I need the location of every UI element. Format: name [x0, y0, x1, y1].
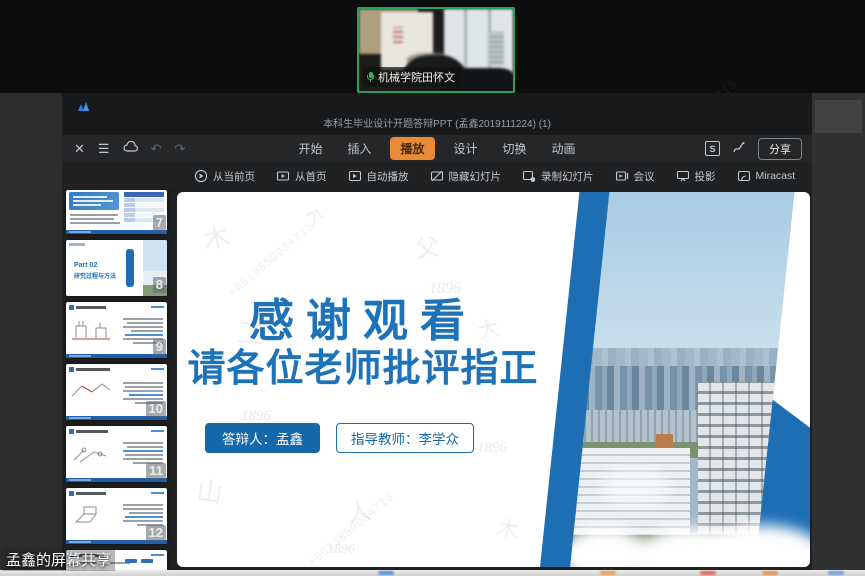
tab-home[interactable]: 开始 — [292, 137, 328, 160]
thumbnail-slide-9[interactable]: 9 — [66, 302, 167, 358]
document-title: 本科生毕业设计开题答辩PPT (孟鑫2019111224) (1) — [62, 115, 812, 130]
meeting-stage: +8613850034713 385009 +8613850034713 385… — [0, 0, 865, 576]
slide-canvas[interactable]: 木 个 父 工 大 山 人 木 1896 1896 1896 1896 +861… — [177, 192, 810, 567]
autoplay-icon — [348, 169, 362, 183]
record-slideshow-button[interactable]: 录制幻灯片 — [522, 169, 594, 184]
thumb12-diagram — [70, 502, 112, 528]
slide-number-badge: 10 — [146, 401, 166, 417]
menu-bar: ✕ ☰ ↶ ↷ 开始 插入 播放 设计 切换 动画 S — [62, 135, 812, 162]
window-titlebar: 本科生毕业设计开题答辩PPT (孟鑫2019111224) (1) — [62, 93, 812, 135]
miracast-icon — [737, 169, 751, 183]
taskbar-sliver — [0, 570, 865, 576]
ribbon-tabs: 开始 插入 播放 设计 切换 动画 — [62, 135, 812, 162]
advisor-badge: 指导教师：李学众 — [336, 423, 474, 453]
miracast-button[interactable]: Miracast — [737, 169, 796, 183]
webcam-video-tile[interactable]: 机械学院田怀文 — [357, 7, 515, 93]
tab-insert[interactable]: 插入 — [341, 137, 377, 160]
slide-bg-glyph: 父 — [413, 227, 442, 265]
slide-number-badge: 7 — [153, 215, 166, 231]
tab-slideshow-active[interactable]: 播放 — [390, 137, 434, 160]
campus-photo — [570, 192, 794, 567]
taskbar-blob — [600, 571, 616, 575]
thumbnail-slide-12[interactable]: 12 — [66, 488, 167, 544]
thumb-footer — [66, 230, 167, 234]
taskbar-blob — [828, 571, 844, 575]
editor-workspace: 7 Part 02 研究过程与方法 8 — [62, 190, 812, 570]
slide-bg-glyph: 个 — [303, 200, 328, 232]
thumb8-title: 研究过程与方法 — [74, 271, 116, 280]
meeting-icon — [615, 169, 629, 183]
thumb11-diagram — [70, 440, 112, 466]
slide-number-badge: 12 — [146, 525, 166, 541]
thumb-footer — [66, 354, 167, 358]
slide-bg-glyph: 人 — [344, 490, 374, 529]
tab-transition[interactable]: 切换 — [497, 137, 533, 160]
record-icon — [522, 169, 536, 183]
thumbnail-slide-10[interactable]: 10 — [66, 364, 167, 420]
play-circle-icon — [194, 169, 208, 183]
screen-share-banner: 孟鑫的屏幕共享 — [2, 548, 115, 571]
slide-number-badge: 9 — [153, 339, 166, 355]
thumbnail-slide-7[interactable]: 7 — [66, 190, 167, 234]
radiator — [488, 32, 504, 66]
slideshow-toolbar: 从当前页 从首页 自动播放 隐藏幻灯片 录制幻灯片 — [62, 162, 812, 190]
share-button[interactable]: 分享 — [758, 138, 802, 160]
desktop-right-strip — [812, 93, 865, 570]
wall-poster — [393, 27, 403, 43]
meeting-button[interactable]: 会议 — [615, 169, 655, 184]
annotation-pen-icon[interactable] — [732, 141, 746, 157]
slide-number-badge: 11 — [146, 463, 166, 479]
screen-share-region: 本科生毕业设计开题答辩PPT (孟鑫2019111224) (1) ✕ ☰ ↶ … — [0, 93, 865, 570]
wps-presentation-window: 本科生毕业设计开题答辩PPT (孟鑫2019111224) (1) ✕ ☰ ↶ … — [62, 93, 812, 570]
presenter-badge: 答辩人：孟鑫 — [205, 423, 320, 453]
tab-animation[interactable]: 动画 — [546, 137, 582, 160]
slide-watermark: +8613850034713 — [225, 219, 317, 299]
slide-badges: 答辩人：孟鑫 指导教师：李学众 — [205, 423, 474, 453]
slide-bg-year: 1896 — [327, 542, 355, 558]
slide-title-line1: 感谢观看 — [177, 296, 549, 346]
slide-thumbnail-panel: 7 Part 02 研究过程与方法 8 — [62, 190, 174, 570]
taskbar-blob — [700, 571, 716, 575]
wps-presentation-logo-icon — [78, 102, 90, 111]
slide-bg-year: 1896 — [477, 440, 507, 457]
slide-watermark: +8613850034713 — [305, 489, 397, 567]
project-button[interactable]: 投影 — [676, 169, 716, 184]
play-from-start-button[interactable]: 从首页 — [276, 169, 327, 184]
desktop-left-strip — [0, 93, 62, 570]
slide-title-line2: 请各位老师批评指正 — [177, 346, 549, 394]
photo-cloud — [600, 467, 670, 507]
s-mode-icon[interactable]: S — [705, 141, 720, 156]
play-first-icon — [276, 169, 290, 183]
tab-design[interactable]: 设计 — [448, 137, 484, 160]
thumb9-diagram — [70, 316, 112, 342]
participant-name-badge: 机械学院田怀文 — [363, 67, 461, 87]
slide-bg-glyph: 山 — [195, 470, 226, 510]
background-window-fragment — [815, 100, 862, 133]
play-from-current-button[interactable]: 从当前页 — [194, 169, 255, 184]
thumbnail-slide-11[interactable]: 11 — [66, 426, 167, 482]
thumb8-logo — [69, 243, 85, 246]
hide-slide-button[interactable]: 隐藏幻灯片 — [430, 169, 502, 184]
slide-title-block: 感谢观看 请各位老师批评指正 — [177, 296, 549, 393]
thumb10-diagram — [70, 378, 112, 404]
taskbar-blob — [762, 571, 778, 575]
thumb8-divider-bar — [126, 249, 134, 287]
slide-bg-glyph: 木 — [494, 510, 522, 546]
autoplay-button[interactable]: 自动播放 — [348, 169, 409, 184]
participant-name: 机械学院田怀文 — [378, 69, 455, 85]
thumbnail-slide-8[interactable]: Part 02 研究过程与方法 8 — [66, 240, 167, 296]
mic-on-icon — [367, 72, 374, 82]
slide-number-badge: 8 — [153, 277, 166, 293]
thumb7-callout — [69, 192, 119, 210]
slide-bg-glyph: 木 — [199, 216, 232, 258]
taskbar-blob — [378, 571, 394, 575]
projector-icon — [676, 169, 690, 183]
hide-slide-icon — [430, 169, 444, 183]
thumb8-part-label: Part 02 — [74, 262, 97, 269]
